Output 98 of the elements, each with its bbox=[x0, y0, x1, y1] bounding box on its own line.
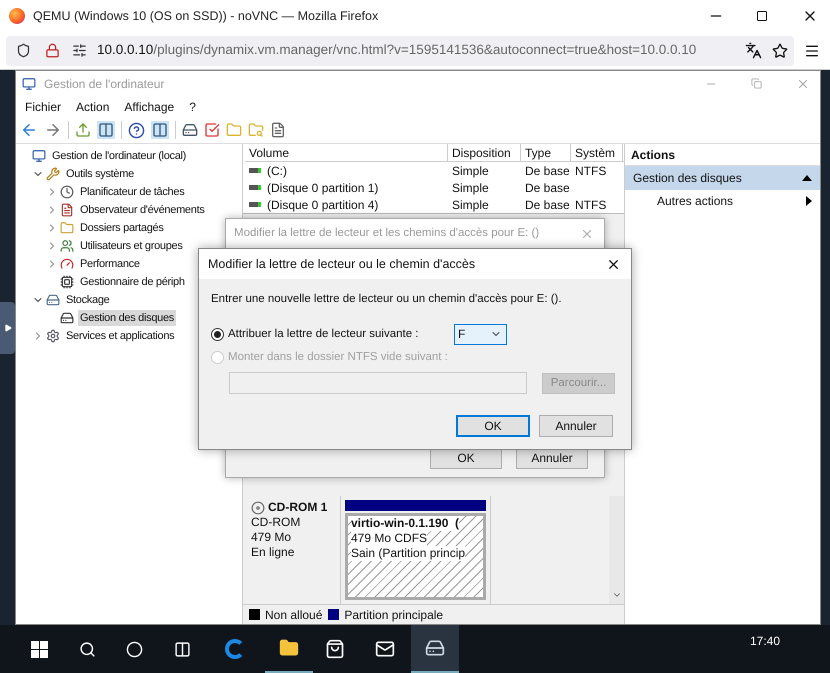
drive-icon[interactable] bbox=[182, 122, 198, 138]
computer-icon bbox=[32, 149, 46, 163]
tree-item[interactable]: Utilisateurs et groupes bbox=[78, 238, 185, 254]
help-icon[interactable] bbox=[128, 122, 145, 138]
services-icon bbox=[46, 329, 60, 343]
menu-icon[interactable] bbox=[804, 42, 820, 58]
tree-item[interactable]: Gestion de l'ordinateur (local) bbox=[50, 148, 188, 164]
shield-icon[interactable] bbox=[16, 43, 31, 58]
table-cell-text: (Disque 0 partition 1) bbox=[267, 180, 378, 196]
radio-label[interactable]: Attribuer la lettre de lecteur suivante : bbox=[228, 326, 453, 343]
table-cell: De base bbox=[525, 198, 570, 212]
menu-item[interactable]: Action bbox=[76, 98, 110, 116]
mail-icon[interactable] bbox=[375, 639, 395, 659]
table-cell-text: (Disque 0 partition 4) bbox=[267, 196, 378, 214]
tree-item[interactable]: Gestionnaire de périph bbox=[78, 274, 187, 290]
taskbar-app[interactable] bbox=[411, 625, 459, 673]
partition-status: Sain (Partition princip bbox=[351, 546, 466, 561]
column-header[interactable]: Type bbox=[521, 144, 571, 161]
computer-icon bbox=[22, 76, 36, 90]
legend-label: Partition principale bbox=[344, 606, 444, 624]
tools-icon bbox=[46, 167, 60, 181]
maximize-icon[interactable] bbox=[756, 10, 768, 22]
users-icon bbox=[60, 239, 74, 253]
partition-name: virtio-win-0.1.190 ( bbox=[351, 516, 460, 531]
vnc-panel-handle[interactable] bbox=[0, 302, 15, 354]
dialog-title: Modifier la lettre de lecteur et les chemins d'accès pour E: () bbox=[234, 226, 540, 242]
tree-item[interactable]: Stockage bbox=[64, 292, 112, 308]
task-view-icon[interactable] bbox=[174, 640, 191, 658]
tree-item[interactable]: Dossiers partagés bbox=[78, 220, 166, 236]
search-icon[interactable] bbox=[79, 640, 96, 658]
cd-drive-icon bbox=[251, 500, 265, 514]
clock-icon bbox=[60, 185, 74, 199]
settings-icon[interactable] bbox=[72, 43, 87, 58]
actions-section[interactable]: Gestion des disques bbox=[625, 166, 820, 190]
folder-path-field[interactable] bbox=[229, 372, 527, 394]
partition-info: 479 Mo CDFS bbox=[351, 531, 428, 546]
pane-icon[interactable] bbox=[151, 121, 169, 139]
menu-item[interactable]: ? bbox=[189, 98, 196, 116]
drive-icon bbox=[249, 185, 261, 190]
table-cell: Simple bbox=[452, 198, 489, 212]
disk-size: 479 Mo bbox=[251, 530, 292, 545]
log-icon bbox=[60, 203, 74, 217]
disk-type: CD-ROM bbox=[251, 515, 302, 530]
device-icon bbox=[60, 275, 74, 289]
check-icon[interactable] bbox=[204, 122, 220, 138]
ok-button[interactable]: OK bbox=[456, 415, 530, 437]
window-title: Gestion de l'ordinateur bbox=[44, 76, 164, 92]
expand-icon bbox=[4, 324, 12, 332]
menu-item[interactable]: Affichage bbox=[124, 98, 174, 116]
tree-item[interactable]: Services et applications bbox=[64, 328, 176, 344]
table-cell: De base bbox=[525, 180, 570, 194]
list-icon[interactable] bbox=[270, 122, 286, 138]
legend-label: Non alloué bbox=[265, 606, 322, 624]
dialog-title: Modifier la lettre de lecteur ou le chemin d'accès bbox=[208, 256, 476, 273]
gauge-icon bbox=[60, 257, 74, 271]
tree-item[interactable]: Gestion des disques bbox=[78, 310, 176, 326]
tree-item[interactable]: Planificateur de tâches bbox=[78, 184, 186, 200]
storage-icon bbox=[46, 293, 60, 307]
radio-button[interactable] bbox=[211, 328, 224, 341]
browser-logo-icon bbox=[9, 8, 25, 24]
store-icon[interactable] bbox=[325, 639, 345, 659]
forward-arrow-icon[interactable] bbox=[44, 121, 62, 139]
table-cell: Simple bbox=[452, 164, 489, 178]
tree-item[interactable]: Observateur d'événements bbox=[78, 202, 207, 218]
table-cell: NTFS bbox=[575, 198, 606, 212]
submenu-triangle-icon bbox=[806, 196, 812, 206]
windows-logo-icon[interactable] bbox=[31, 640, 48, 658]
pane-icon[interactable] bbox=[97, 121, 115, 139]
table-cell: De base bbox=[525, 164, 570, 178]
column-header[interactable]: Systèm bbox=[571, 144, 623, 161]
translate-icon[interactable] bbox=[745, 42, 762, 59]
dialog-prompt: Entrer une nouvelle lettre de lecteur ou un chemin d'accès pour E: (). bbox=[211, 292, 563, 307]
tree-item[interactable]: Outils système bbox=[64, 166, 136, 182]
clock[interactable]: 17:40 bbox=[750, 632, 780, 650]
column-header[interactable]: Disposition bbox=[448, 144, 521, 161]
folder-icon bbox=[60, 221, 74, 235]
scrollbar[interactable] bbox=[609, 496, 624, 604]
table-cell: Simple bbox=[452, 180, 489, 194]
disk-name: CD-ROM 1 bbox=[268, 500, 328, 515]
circle-icon[interactable] bbox=[126, 640, 143, 658]
address-bar[interactable]: 10.0.0.10/plugins/dynamix.vm.manager/vnc.html?v=1595141536&autoconnect=true&host=10.0.0.10 bbox=[6, 36, 794, 66]
partition-block[interactable]: virtio-win-0.1.190 ( 479 Mo CDFS Sain (Partition princip bbox=[345, 513, 486, 600]
action-item[interactable]: Autres actions bbox=[625, 190, 820, 212]
lock-icon[interactable] bbox=[45, 43, 60, 58]
window-title: QEMU (Windows 10 (OS on SSD)) - noVNC — Mozilla Firefox bbox=[33, 8, 380, 25]
drive-letter-dropdown[interactable]: F bbox=[454, 324, 507, 345]
column-header[interactable]: Volume bbox=[245, 144, 448, 161]
folder-icon bbox=[279, 638, 299, 658]
menu-item[interactable]: Fichier bbox=[25, 98, 62, 116]
star-icon[interactable] bbox=[772, 42, 788, 58]
disk-status: En ligne bbox=[251, 545, 296, 560]
drive-icon bbox=[249, 168, 261, 173]
drive-icon bbox=[249, 202, 261, 207]
collapse-triangle-icon[interactable] bbox=[802, 175, 812, 181]
table-cell-text: (C:) bbox=[267, 162, 287, 180]
cancel-button[interactable]: Annuler bbox=[539, 415, 613, 437]
tree-item[interactable]: Performance bbox=[78, 256, 142, 272]
table-cell: NTFS bbox=[575, 164, 606, 178]
